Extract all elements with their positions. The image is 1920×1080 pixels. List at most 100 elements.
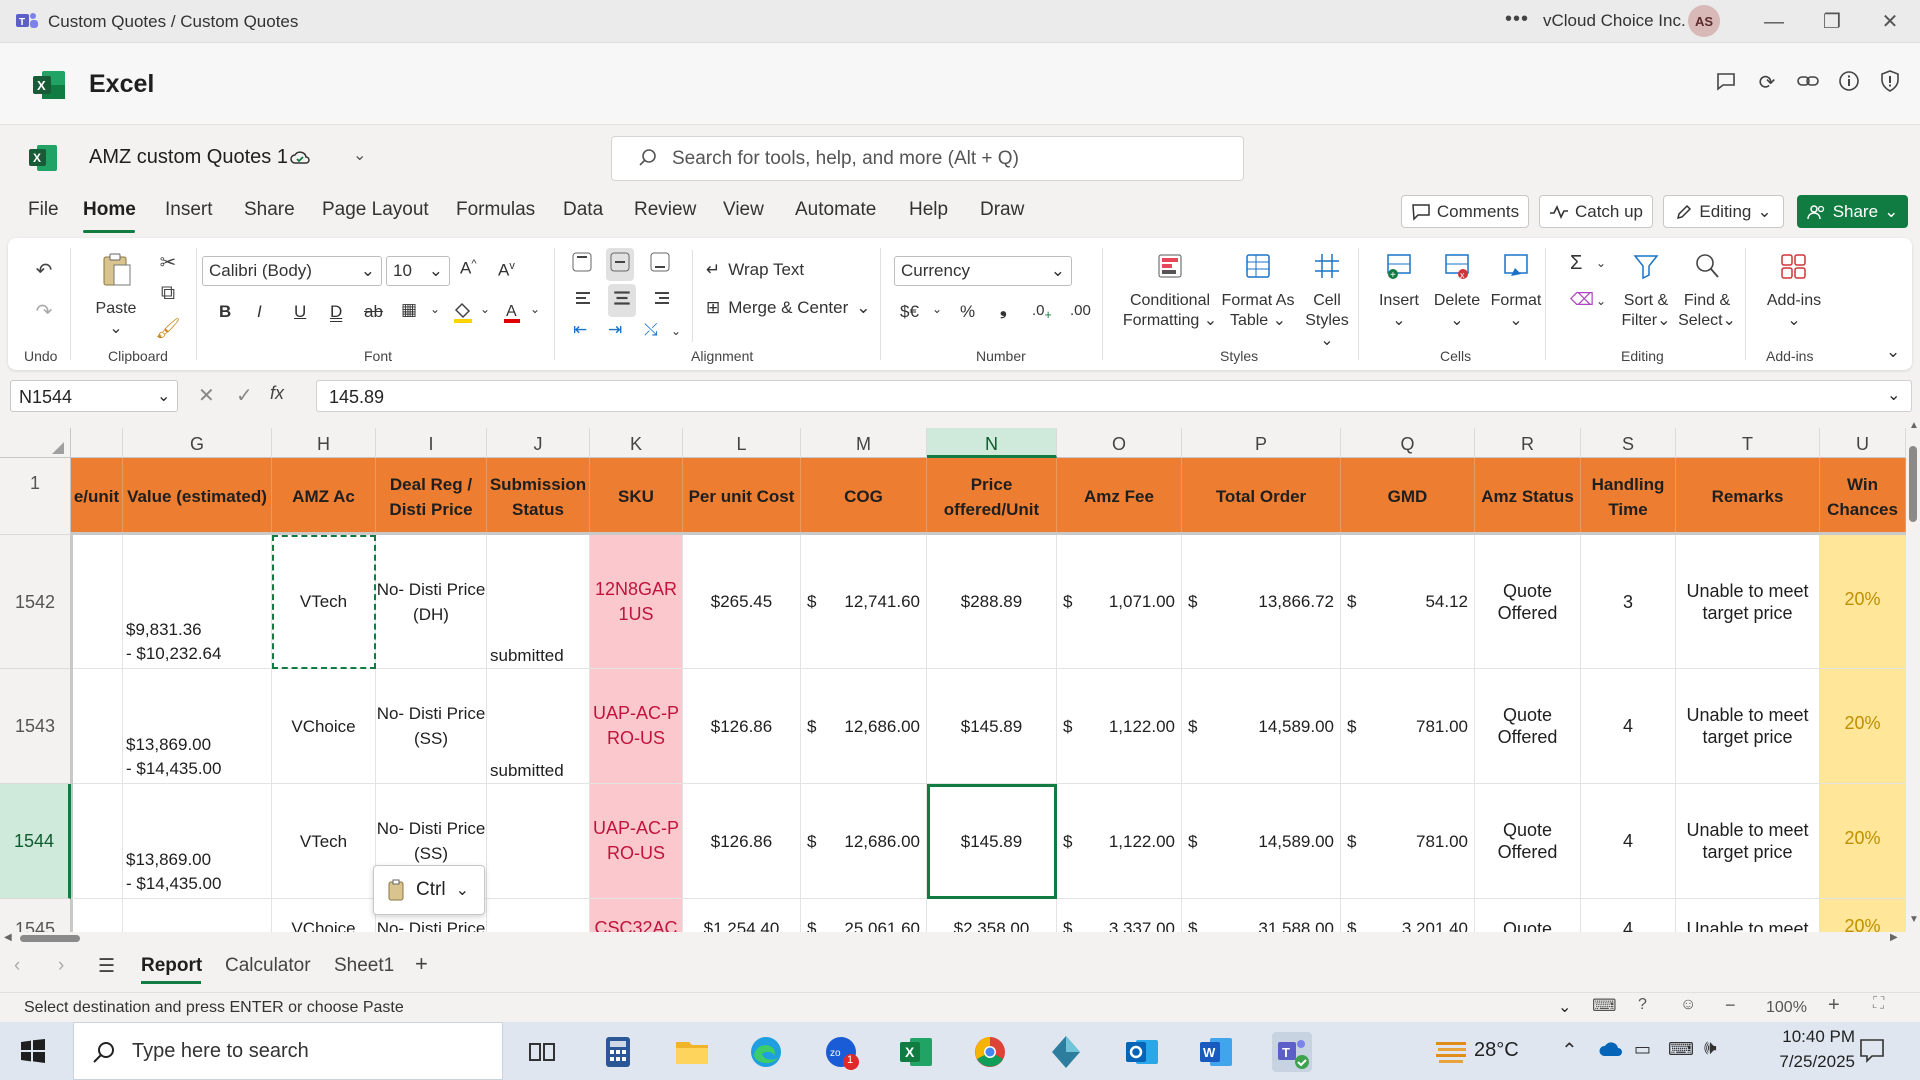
tab-file[interactable]: File bbox=[28, 199, 59, 221]
battery-icon[interactable]: ▭ bbox=[1634, 1039, 1651, 1060]
more-options-icon[interactable]: ••• bbox=[1505, 8, 1529, 31]
zoho-app-icon[interactable]: zo 1 bbox=[821, 1032, 861, 1072]
cell-cog[interactable]: $25,061.60 bbox=[801, 899, 927, 932]
header-cell-u[interactable]: Win Chances bbox=[1820, 458, 1906, 535]
teams-taskbar-icon[interactable]: T bbox=[1272, 1032, 1312, 1072]
column-header-q[interactable]: Q bbox=[1341, 428, 1475, 458]
cell-value-estimated[interactable]: $13,869.00 - $14,435.00 bbox=[123, 784, 272, 899]
cell-submission-status[interactable]: submitted bbox=[487, 535, 590, 669]
cell-remarks[interactable]: Unable to meet target price bbox=[1676, 535, 1820, 669]
clock-date[interactable]: 7/25/2025 bbox=[1755, 1052, 1855, 1072]
cell-amz-account[interactable]: VChoice bbox=[272, 899, 376, 932]
cell-total-order[interactable]: $14,589.00 bbox=[1182, 669, 1341, 784]
chevron-down-icon[interactable]: ⌄ bbox=[1558, 997, 1571, 1017]
strikethrough-icon[interactable]: ab bbox=[364, 302, 383, 322]
zoom-out-icon[interactable]: − bbox=[1725, 995, 1736, 1016]
cell-sku[interactable]: 12N8GAR 1US bbox=[590, 535, 683, 669]
chevron-down-icon[interactable]: ⌄ bbox=[1596, 294, 1606, 308]
header-cell-k[interactable]: SKU bbox=[590, 458, 683, 535]
cell-unit-cost[interactable]: $126.86 bbox=[683, 784, 801, 899]
align-bottom-icon[interactable] bbox=[648, 250, 672, 279]
chevron-down-icon[interactable]: ⌄ bbox=[932, 302, 942, 316]
tab-formulas[interactable]: Formulas bbox=[456, 199, 535, 221]
file-explorer-icon[interactable] bbox=[672, 1032, 712, 1072]
minimize-icon[interactable]: — bbox=[1762, 10, 1786, 34]
paste-button[interactable]: Paste ⌄ bbox=[88, 252, 144, 339]
tab-share[interactable]: Share bbox=[244, 199, 295, 221]
chevron-down-icon[interactable]: ⌄ bbox=[1596, 256, 1606, 270]
column-header-i[interactable]: I bbox=[376, 428, 487, 458]
spreadsheet-grid[interactable]: G H I J K L M N O P Q R S T U 1 e/unit V… bbox=[0, 428, 1906, 932]
horizontal-scroll-thumb[interactable] bbox=[20, 935, 80, 942]
tab-draw[interactable]: Draw bbox=[980, 199, 1024, 221]
header-cell-t[interactable]: Remarks bbox=[1676, 458, 1820, 535]
cell-total-order[interactable]: $14,589.00 bbox=[1182, 784, 1341, 899]
decrease-font-icon[interactable]: Av bbox=[498, 260, 515, 281]
merge-center-button[interactable]: ⊞ Merge & Center ⌄ bbox=[706, 298, 871, 318]
column-header-t[interactable]: T bbox=[1676, 428, 1820, 458]
cell-deal-reg[interactable]: No- Disti Price (SS) bbox=[376, 669, 487, 784]
cell-price-offered[interactable]: $288.89 bbox=[927, 535, 1057, 669]
prev-sheet-icon[interactable]: ‹ bbox=[14, 955, 20, 977]
format-as-table-button[interactable]: Format As Table ⌄ bbox=[1220, 252, 1296, 331]
clear-icon[interactable]: ⌫ bbox=[1570, 290, 1594, 310]
avatar[interactable]: AS bbox=[1688, 5, 1720, 37]
cell-deal-reg[interactable]: No- Disti Price (DH) bbox=[376, 535, 487, 669]
cell-value-estimated[interactable] bbox=[123, 899, 272, 932]
header-cell-o[interactable]: Amz Fee bbox=[1057, 458, 1182, 535]
taskbar-search[interactable]: Type here to search bbox=[73, 1022, 503, 1080]
cell-f[interactable] bbox=[71, 535, 123, 669]
row-header[interactable]: 1544 bbox=[0, 784, 71, 899]
tab-view[interactable]: View bbox=[723, 199, 764, 221]
cell-win-chances[interactable]: 20% bbox=[1820, 784, 1906, 899]
header-cell-m[interactable]: COG bbox=[801, 458, 927, 535]
row-header[interactable]: 1 bbox=[0, 458, 71, 535]
refresh-icon[interactable]: ⟳ bbox=[1753, 69, 1781, 97]
document-name[interactable]: AMZ custom Quotes 1 bbox=[89, 146, 288, 169]
column-header-p[interactable]: P bbox=[1182, 428, 1341, 458]
calculator-app-icon[interactable] bbox=[598, 1032, 638, 1072]
cell-total-order[interactable]: $31,588.00 bbox=[1182, 899, 1341, 932]
number-format-dropdown[interactable]: Currency ⌄ bbox=[894, 256, 1072, 286]
cloud-sync-icon[interactable] bbox=[289, 147, 311, 169]
align-top-icon[interactable] bbox=[570, 250, 594, 279]
cell-amz-status[interactable]: Quote bbox=[1475, 899, 1581, 932]
scroll-down-icon[interactable]: ▼ bbox=[1909, 914, 1919, 925]
clock-time[interactable]: 10:40 PM bbox=[1755, 1027, 1855, 1047]
row-header[interactable]: 1545 bbox=[0, 899, 71, 932]
cell-cog[interactable]: $12,741.60 bbox=[801, 535, 927, 669]
increase-font-icon[interactable]: A^ bbox=[460, 258, 477, 279]
fill-color-icon[interactable] bbox=[452, 300, 474, 324]
chrome-browser-icon[interactable] bbox=[970, 1032, 1010, 1072]
cell-amz-fee[interactable]: $1,122.00 bbox=[1057, 784, 1182, 899]
cell-gmd[interactable]: $54.12 bbox=[1341, 535, 1475, 669]
cell-f[interactable] bbox=[71, 669, 123, 784]
show-hidden-icons[interactable]: ⌃ bbox=[1561, 1038, 1578, 1063]
column-header-j[interactable]: J bbox=[487, 428, 590, 458]
cell-handling-time[interactable]: 4 bbox=[1581, 899, 1676, 932]
cell-unit-cost[interactable]: $1,254.40 bbox=[683, 899, 801, 932]
chevron-down-icon[interactable]: ⌄ bbox=[353, 145, 366, 165]
cell-price-offered[interactable]: $145.89 bbox=[927, 784, 1057, 899]
autosum-icon[interactable]: Σ bbox=[1570, 252, 1582, 275]
cut-icon[interactable]: ✂ bbox=[154, 250, 182, 275]
header-cell-n[interactable]: Price offered/Unit bbox=[927, 458, 1057, 535]
sheet-tab-report[interactable]: Report bbox=[141, 955, 202, 977]
zoom-in-icon[interactable]: + bbox=[1828, 994, 1840, 1017]
cell-amz-account[interactable]: VChoice bbox=[272, 669, 376, 784]
format-painter-icon[interactable]: 🖌 bbox=[154, 316, 182, 341]
add-sheet-icon[interactable]: + bbox=[415, 951, 428, 977]
font-size-dropdown[interactable]: 10 ⌄ bbox=[386, 256, 450, 286]
app-diamond-icon[interactable] bbox=[1046, 1032, 1086, 1072]
underline-icon[interactable]: U bbox=[294, 302, 306, 322]
decrease-decimal-icon[interactable]: .00 bbox=[1070, 302, 1091, 319]
cell-win-chances[interactable]: 20% bbox=[1820, 899, 1906, 932]
cell-remarks[interactable]: Unable to meet target price bbox=[1676, 784, 1820, 899]
tab-automate[interactable]: Automate bbox=[795, 199, 876, 221]
header-cell-j[interactable]: Submission Status bbox=[487, 458, 590, 535]
column-header-k[interactable]: K bbox=[590, 428, 683, 458]
italic-icon[interactable]: I bbox=[257, 302, 262, 322]
sort-filter-button[interactable]: Sort & Filter⌄ bbox=[1618, 252, 1674, 331]
font-name-dropdown[interactable]: Calibri (Body) ⌄ bbox=[202, 256, 382, 286]
header-cell-s[interactable]: Handling Time bbox=[1581, 458, 1676, 535]
